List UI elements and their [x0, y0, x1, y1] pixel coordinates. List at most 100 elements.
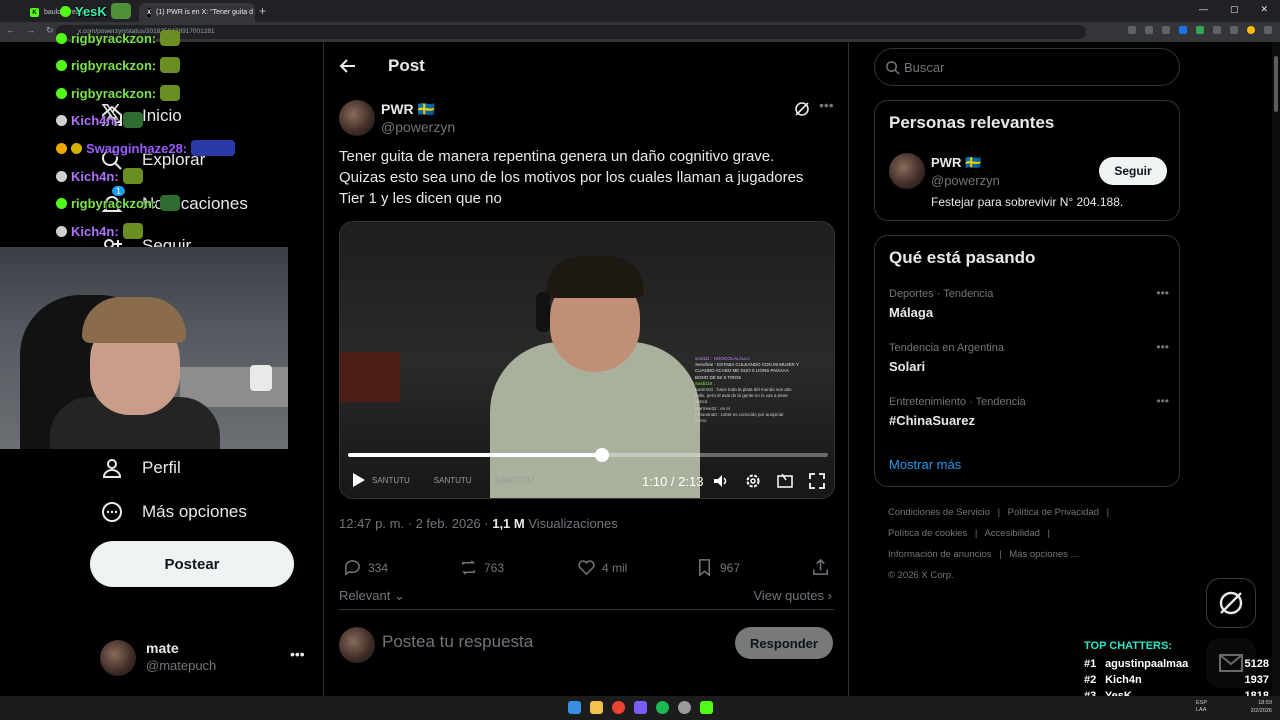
close-window-icon[interactable]: ✕	[1260, 4, 1268, 15]
show-more-link[interactable]: Mostrar más	[889, 457, 961, 472]
reply-count: 334	[368, 560, 389, 575]
search-input[interactable]: Buscar	[874, 48, 1180, 86]
app-icon[interactable]	[678, 701, 691, 714]
author-handle[interactable]: @powerzyn	[381, 119, 455, 135]
back-arrow-icon[interactable]	[338, 56, 358, 76]
account-handle: @matepuch	[146, 658, 217, 673]
language-indicator[interactable]: ESP LAA	[1196, 700, 1207, 714]
kick-icon[interactable]	[700, 701, 713, 714]
avatar[interactable]	[889, 153, 925, 189]
person-name[interactable]: PWR 🇸🇪	[931, 155, 981, 171]
file-explorer-icon[interactable]	[590, 701, 603, 714]
footer-link[interactable]: Política de Privacidad	[1008, 507, 1099, 518]
footer-link[interactable]: Política de cookies	[888, 528, 967, 539]
grok-icon[interactable]	[794, 101, 810, 117]
account-switcher[interactable]: mate @matepuch •••	[100, 638, 310, 678]
watermark-text: SANTUTU	[372, 476, 410, 485]
nav-label: Perfil	[142, 458, 181, 477]
footer-link[interactable]: Accesibilidad	[984, 528, 1039, 539]
video-player[interactable]: sosi111 : HOOOOLALALLA Xenofree : ESTABA…	[339, 221, 835, 499]
trend-item[interactable]: Entretenimiento · Tendencia #ChinaSuarez…	[889, 394, 1169, 428]
chatter-rank: #1	[1084, 658, 1097, 670]
view-quotes-link[interactable]: View quotes ›	[753, 588, 832, 603]
profile-avatar-icon[interactable]	[1247, 26, 1255, 34]
top-chatter-row: #2 Kich4n 1937	[1084, 674, 1269, 686]
maximize-icon[interactable]: ▢	[1230, 4, 1239, 15]
copyright: © 2026 X Corp.	[888, 570, 954, 581]
more-icon[interactable]: •••	[290, 646, 305, 662]
chat-user: YesK	[75, 3, 107, 19]
window-controls: — ▢ ✕	[1199, 4, 1268, 15]
trend-item[interactable]: Tendencia en Argentina Solari •••	[889, 340, 1169, 374]
more-icon[interactable]: •••	[1156, 286, 1169, 300]
footer-link[interactable]: Condiciones de Servicio	[888, 507, 990, 518]
author-name[interactable]: PWR 🇸🇪	[381, 101, 435, 118]
share-button[interactable]	[811, 558, 830, 577]
picture-in-picture-icon[interactable]	[776, 472, 794, 490]
chat-line: Kich4n:	[56, 168, 143, 184]
reply-button[interactable]: 334	[343, 558, 388, 577]
menu-icon[interactable]	[1264, 26, 1272, 34]
watermark-text: SANTUTU	[433, 476, 472, 485]
chevron-down-icon: ⌄	[393, 588, 405, 603]
more-icon[interactable]: •••	[819, 97, 834, 113]
nav-item-more[interactable]: Más opciones	[100, 500, 247, 524]
reload-icon[interactable]: ↻	[46, 25, 54, 36]
back-arrow-icon[interactable]: ←	[6, 25, 15, 36]
kick-icon: K	[30, 8, 39, 17]
scrollbar-thumb[interactable]	[1274, 56, 1278, 112]
chat-line: Swagginhaze28:	[56, 140, 236, 156]
app-icon[interactable]	[634, 701, 647, 714]
clock-time: 18:59	[1258, 700, 1272, 706]
extension-icon[interactable]	[1196, 26, 1204, 34]
extension-icons	[1128, 26, 1272, 34]
search-icon[interactable]	[1128, 26, 1136, 34]
volume-icon[interactable]	[712, 472, 730, 490]
chat-user: rigbyrackzon:	[71, 30, 157, 46]
video-progress-bar[interactable]	[348, 448, 828, 462]
like-button[interactable]: 4 mil	[577, 558, 627, 577]
lang-line: LAA	[1196, 707, 1207, 713]
post-column: Post PWR 🇸🇪 @powerzyn ••• Tener guita de…	[323, 42, 849, 696]
play-icon[interactable]	[352, 472, 366, 488]
follow-button[interactable]: Seguir	[1099, 157, 1167, 185]
repost-button[interactable]: 763	[459, 558, 504, 577]
bookmark-count: 967	[720, 560, 741, 575]
nav-item-profile[interactable]: Perfil	[100, 456, 181, 480]
chrome-icon[interactable]	[612, 701, 625, 714]
system-clock[interactable]: 18:59 2/2/2026	[1251, 699, 1272, 715]
forward-arrow-icon[interactable]: →	[26, 25, 35, 36]
more-icon[interactable]: •••	[1156, 394, 1169, 408]
views-count: 1,1 M	[492, 516, 525, 531]
cast-icon[interactable]	[1145, 26, 1153, 34]
scrollbar[interactable]	[1272, 42, 1280, 696]
grok-float-button[interactable]	[1206, 578, 1256, 628]
relevant-people-card: Personas relevantes PWR 🇸🇪 @powerzyn Fes…	[874, 100, 1180, 221]
search-placeholder: Buscar	[904, 60, 945, 75]
footer-link[interactable]: Información de anuncios	[888, 549, 992, 560]
sort-dropdown[interactable]: Relevant ⌄	[339, 588, 405, 604]
reply-input[interactable]: Postea tu respuesta	[382, 632, 533, 652]
settings-gear-icon[interactable]	[744, 472, 762, 490]
puzzle-icon[interactable]	[1213, 26, 1221, 34]
video-chat-line: porno	[695, 418, 707, 424]
minimize-icon[interactable]: —	[1199, 4, 1208, 15]
bookmark-button[interactable]: 967	[695, 558, 740, 577]
spotify-icon[interactable]	[656, 701, 669, 714]
extension-icon[interactable]	[1179, 26, 1187, 34]
person-handle[interactable]: @powerzyn	[931, 173, 1000, 188]
more-icon[interactable]: •••	[1156, 340, 1169, 354]
fullscreen-icon[interactable]	[808, 472, 826, 490]
reply-submit-button[interactable]: Responder	[735, 627, 833, 659]
avatar[interactable]	[339, 100, 375, 136]
trend-item[interactable]: Deportes · Tendencia Málaga •••	[889, 286, 1169, 320]
post-button[interactable]: Postear	[90, 541, 294, 587]
post-timestamp[interactable]: 12:47 p. m. · 2 feb. 2026	[339, 516, 481, 531]
badge-icon	[60, 5, 71, 17]
star-icon[interactable]	[1162, 26, 1170, 34]
chat-user: rigbyrackzon:	[71, 85, 157, 101]
footer-link[interactable]: Más opciones ...	[1009, 549, 1078, 560]
bookmark-icon	[698, 559, 711, 577]
windows-start-icon[interactable]	[568, 701, 581, 714]
sidepanel-icon[interactable]	[1230, 26, 1238, 34]
